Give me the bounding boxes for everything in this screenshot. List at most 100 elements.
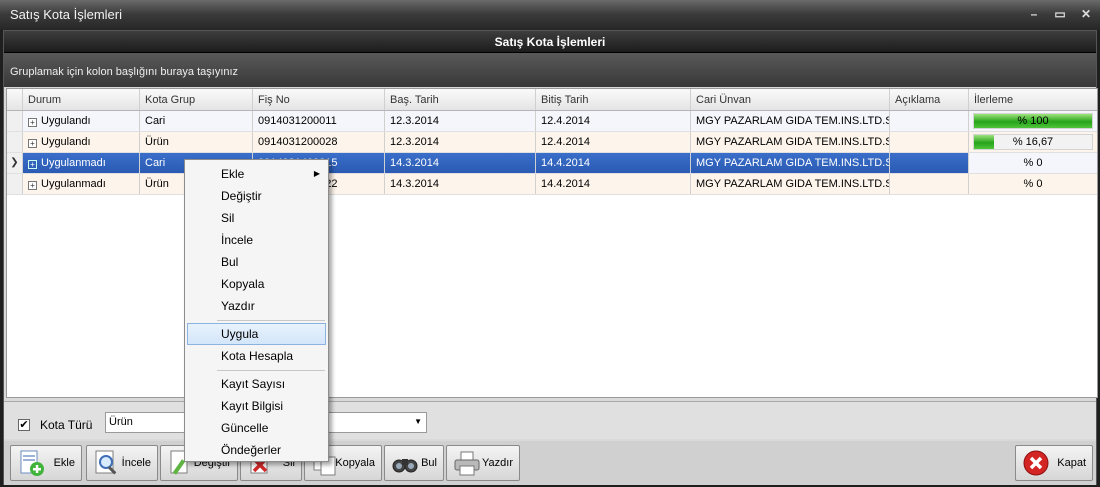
- window-titlebar: Satış Kota İşlemleri – ▭ ✕: [0, 0, 1100, 30]
- progress-bar: % 100: [973, 113, 1093, 129]
- cell-bas-tarih: 12.3.2014: [385, 132, 536, 152]
- expand-icon[interactable]: +: [28, 118, 37, 127]
- chevron-down-icon: ▼: [414, 417, 422, 426]
- cell-cari-unvan: MGY PAZARLAM GIDA TEM.INS.LTD.S...: [691, 111, 890, 131]
- cell-bitis-tarih: 12.4.2014: [536, 132, 691, 152]
- ekle-button[interactable]: Ekle: [10, 445, 82, 481]
- toolbar: Ekle İncele Değiştir Sil Kopyala Bul Yaz…: [4, 441, 1096, 485]
- kopyala-label: Kopyala: [335, 457, 375, 469]
- progress-bar: % 16,67: [973, 134, 1093, 150]
- cell-durum: Uygulanmadı: [41, 157, 106, 169]
- table-row-selected[interactable]: ❯ +Uygulanmadı Cari 0914031400015 14.3.2…: [7, 153, 1097, 174]
- bul-button[interactable]: Bul: [384, 445, 444, 481]
- table-row[interactable]: +Uygulanmadı Ürün 0914031400022 14.3.201…: [7, 174, 1097, 195]
- bul-label: Bul: [421, 457, 437, 469]
- cell-bitis-tarih: 14.4.2014: [536, 174, 691, 194]
- cell-cari-unvan: MGY PAZARLAM GIDA TEM.INS.LTD.S...: [691, 174, 890, 194]
- menu-item-guncelle[interactable]: Güncelle: [187, 417, 326, 439]
- cell-bas-tarih: 14.3.2014: [385, 153, 536, 173]
- main-frame: Satış Kota İşlemleri Gruplamak için kolo…: [3, 30, 1098, 485]
- column-header-durum[interactable]: Durum: [23, 89, 140, 110]
- column-header-cari-unvan[interactable]: Cari Ünvan: [691, 89, 890, 110]
- add-document-icon: [20, 450, 44, 476]
- cell-kota-grup: Ürün: [140, 132, 253, 152]
- column-header-kota-grup[interactable]: Kota Grup: [140, 89, 253, 110]
- cell-ilerleme: % 16,67: [969, 132, 1097, 152]
- cell-bitis-tarih: 14.4.2014: [536, 153, 691, 173]
- menu-item-ondegerler[interactable]: Öndeğerler: [187, 439, 326, 461]
- row-indicator-header: [7, 89, 23, 110]
- progress-bar: % 0: [1023, 178, 1043, 190]
- data-grid[interactable]: Durum Kota Grup Fiş No Baş. Tarih Bitiş …: [6, 88, 1098, 398]
- submenu-arrow-icon: ▶: [313, 169, 320, 178]
- column-header-bas-tarih[interactable]: Baş. Tarih: [385, 89, 536, 110]
- table-row[interactable]: + Uygulandı Cari 0914031200011 12.3.2014 …: [7, 111, 1097, 132]
- kapat-button[interactable]: Kapat: [1015, 445, 1093, 481]
- menu-separator: [217, 320, 325, 321]
- column-header-fis-no[interactable]: Fiş No: [253, 89, 385, 110]
- menu-item-incele[interactable]: İncele: [187, 229, 326, 251]
- cell-aciklama: [890, 153, 969, 173]
- close-circle-icon: [1023, 450, 1049, 476]
- menu-item-degistir[interactable]: Değiştir: [187, 185, 326, 207]
- progress-bar: % 0: [1023, 157, 1043, 169]
- kota-turu-label: Kota Türü: [40, 418, 93, 432]
- minimize-icon[interactable]: –: [1026, 6, 1042, 22]
- yazdir-label: Yazdır: [482, 457, 513, 469]
- cell-aciklama: [890, 132, 969, 152]
- grid-header: Durum Kota Grup Fiş No Baş. Tarih Bitiş …: [7, 89, 1097, 111]
- cell-cari-unvan: MGY PAZARLAM GIDA TEM.INS.LTD.S...: [691, 153, 890, 173]
- cell-fis-no: 0914031200011: [253, 111, 385, 131]
- cell-ilerleme: % 100: [969, 111, 1097, 131]
- expand-icon[interactable]: +: [28, 181, 37, 190]
- row-indicator: [7, 174, 23, 194]
- cell-ilerleme: % 0: [969, 174, 1097, 194]
- page-title: Satış Kota İşlemleri: [4, 31, 1096, 53]
- menu-item-bul[interactable]: Bul: [187, 251, 326, 273]
- menu-separator: [217, 370, 325, 371]
- kota-turu-checkbox[interactable]: ✔: [18, 419, 30, 431]
- menu-item-yazdir[interactable]: Yazdır: [187, 295, 326, 317]
- incele-label: İncele: [121, 457, 151, 469]
- cell-durum: Uygulandı: [41, 136, 91, 148]
- binoculars-icon: [392, 459, 418, 473]
- menu-item-kota-hesapla[interactable]: Kota Hesapla: [187, 345, 326, 367]
- magnifier-icon: [95, 450, 117, 475]
- menu-item-sil[interactable]: Sil: [187, 207, 326, 229]
- expand-icon[interactable]: +: [28, 160, 37, 169]
- group-panel[interactable]: Gruplamak için kolon başlığını buraya ta…: [4, 53, 1096, 87]
- window-title: Satış Kota İşlemleri: [10, 7, 122, 22]
- row-indicator: [7, 111, 23, 131]
- maximize-icon[interactable]: ▭: [1052, 6, 1068, 22]
- menu-item-kopyala[interactable]: Kopyala: [187, 273, 326, 295]
- cell-ilerleme: % 0: [969, 153, 1097, 173]
- context-menu: Ekle ▶ Değiştir Sil İncele Bul Kopyala Ya…: [184, 159, 329, 462]
- kapat-label: Kapat: [1057, 457, 1086, 469]
- menu-item-kayit-bilgisi[interactable]: Kayıt Bilgisi: [187, 395, 326, 417]
- row-indicator: [7, 132, 23, 152]
- column-header-bitis-tarih[interactable]: Bitiş Tarih: [536, 89, 691, 110]
- cell-cari-unvan: MGY PAZARLAM GIDA TEM.INS.LTD.S...: [691, 132, 890, 152]
- row-indicator-current: ❯: [7, 153, 23, 173]
- filter-bar: ✔ Kota Türü Ürün lar▼: [4, 401, 1096, 439]
- yazdir-button[interactable]: Yazdır: [446, 445, 520, 481]
- cell-bas-tarih: 12.3.2014: [385, 111, 536, 131]
- cell-fis-no: 0914031200028: [253, 132, 385, 152]
- cell-durum: Uygulanmadı: [41, 178, 106, 190]
- cell-aciklama: [890, 111, 969, 131]
- table-row[interactable]: + Uygulandı Ürün 0914031200028 12.3.2014 …: [7, 132, 1097, 153]
- menu-item-ekle[interactable]: Ekle ▶: [187, 163, 326, 185]
- cell-aciklama: [890, 174, 969, 194]
- close-icon[interactable]: ✕: [1078, 6, 1094, 22]
- menu-item-uygula[interactable]: Uygula: [187, 323, 326, 345]
- column-header-ilerleme[interactable]: İlerleme: [969, 89, 1097, 110]
- cell-bas-tarih: 14.3.2014: [385, 174, 536, 194]
- cell-durum: Uygulandı: [41, 115, 91, 127]
- printer-icon: [454, 451, 480, 476]
- ekle-label: Ekle: [53, 457, 75, 469]
- cell-bitis-tarih: 12.4.2014: [536, 111, 691, 131]
- menu-item-kayit-sayisi[interactable]: Kayıt Sayısı: [187, 373, 326, 395]
- column-header-aciklama[interactable]: Açıklama: [890, 89, 969, 110]
- incele-button[interactable]: İncele: [86, 445, 158, 481]
- expand-icon[interactable]: +: [28, 139, 37, 148]
